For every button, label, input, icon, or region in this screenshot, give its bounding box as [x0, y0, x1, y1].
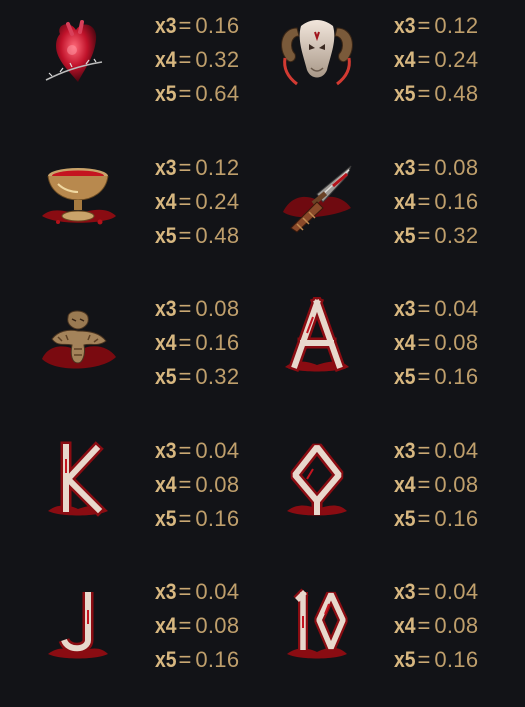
pay-row: x5= 0.48	[394, 79, 478, 113]
paytable-cell-number-10: x3= 0.04 x4= 0.08 x5= 0.16	[0, 566, 478, 707]
payout-value: 0.16	[434, 506, 479, 531]
letter-a-icon	[277, 297, 357, 377]
payout-value: 0.08	[434, 330, 479, 355]
payout-value: 0.04	[434, 438, 479, 463]
multiplier: x5	[394, 364, 416, 389]
pay-row: x5= 0.16	[394, 645, 478, 679]
multiplier: x4	[394, 189, 416, 214]
pay-row: x5= 0.16	[394, 504, 478, 538]
multiplier: x3	[394, 438, 416, 463]
payout-value: 0.24	[434, 47, 479, 72]
payout-value: 0.12	[434, 13, 479, 38]
multiplier: x4	[394, 613, 416, 638]
dagger-icon	[277, 156, 357, 236]
multiplier: x3	[394, 296, 416, 321]
pay-row: x3= 0.04	[394, 436, 478, 470]
paytable-values: x3= 0.12 x4= 0.24 x5= 0.48	[394, 11, 478, 113]
pay-row: x4= 0.08	[394, 611, 478, 645]
multiplier: x5	[394, 647, 416, 672]
multiplier: x3	[394, 579, 416, 604]
pay-row: x4= 0.08	[394, 328, 478, 362]
paytable-values: x3= 0.08 x4= 0.16 x5= 0.32	[394, 153, 478, 255]
payout-value: 0.16	[434, 364, 479, 389]
paytable-grid: x3= 0.16 x4= 0.32 x5= 0.64 x3= 0.12 x4= …	[0, 0, 525, 676]
paytable-values: x3= 0.04 x4= 0.08 x5= 0.16	[394, 436, 478, 538]
pay-row: x4= 0.24	[394, 45, 478, 79]
pay-row: x4= 0.08	[394, 470, 478, 504]
paytable-cell-letter-a: x3= 0.04 x4= 0.08 x5= 0.16	[0, 283, 478, 424]
paytable-cell-letter-q: x3= 0.04 x4= 0.08 x5= 0.16	[0, 425, 478, 566]
multiplier: x4	[394, 330, 416, 355]
payout-value: 0.32	[434, 223, 479, 248]
paytable-cell-ram-skull: x3= 0.12 x4= 0.24 x5= 0.48	[0, 0, 478, 141]
multiplier: x3	[394, 155, 416, 180]
multiplier: x4	[394, 472, 416, 497]
payout-value: 0.04	[434, 296, 479, 321]
paytable-values: x3= 0.04 x4= 0.08 x5= 0.16	[394, 577, 478, 679]
payout-value: 0.48	[434, 81, 479, 106]
number-10-icon	[277, 580, 357, 660]
multiplier: x3	[394, 13, 416, 38]
pay-row: x4= 0.16	[394, 187, 478, 221]
payout-value: 0.08	[434, 155, 479, 180]
payout-value: 0.04	[434, 579, 479, 604]
pay-row: x3= 0.04	[394, 294, 478, 328]
pay-row: x5= 0.16	[394, 362, 478, 396]
paytable-values: x3= 0.04 x4= 0.08 x5= 0.16	[394, 294, 478, 396]
payout-value: 0.16	[434, 189, 479, 214]
pay-row: x5= 0.32	[394, 221, 478, 255]
letter-q-icon	[277, 439, 357, 519]
paytable-cell-dagger: x3= 0.08 x4= 0.16 x5= 0.32	[0, 142, 478, 283]
pay-row: x3= 0.04	[394, 577, 478, 611]
payout-value: 0.16	[434, 647, 479, 672]
multiplier: x5	[394, 81, 416, 106]
payout-value: 0.08	[434, 613, 479, 638]
multiplier: x5	[394, 223, 416, 248]
pay-row: x3= 0.12	[394, 11, 478, 45]
multiplier: x4	[394, 47, 416, 72]
multiplier: x5	[394, 506, 416, 531]
pay-row: x3= 0.08	[394, 153, 478, 187]
ram-skull-icon	[277, 14, 357, 94]
payout-value: 0.08	[434, 472, 479, 497]
